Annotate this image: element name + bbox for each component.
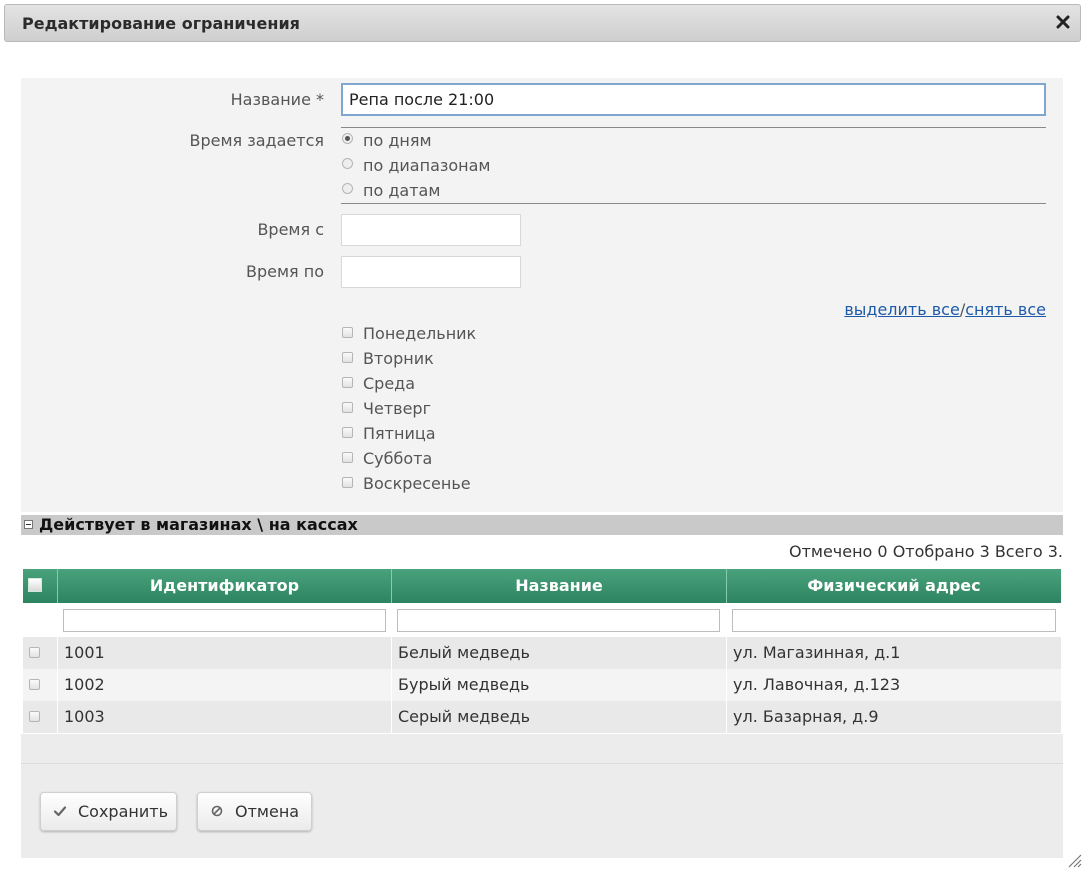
select-links: выделить все/снять все [844,300,1046,319]
filter-row [23,603,1061,637]
grid-header: Идентификатор Название Физический адрес [23,569,1061,603]
checkbox[interactable] [342,427,353,438]
dialog-footer [21,734,1063,858]
radio-button[interactable] [342,133,353,144]
radio-label: по диапазонам [363,156,491,175]
filter-address-input[interactable] [732,609,1056,632]
cell-name: Бурый медведь [391,669,726,701]
filter-id-input[interactable] [63,609,386,632]
table-row[interactable]: 1002 Бурый медведь ул. Лавочная, д.123 [23,669,1061,701]
radio-button[interactable] [342,183,353,194]
checkbox[interactable] [342,452,353,463]
dialog-titlebar: Редактирование ограничения [4,4,1081,42]
save-button[interactable]: Сохранить [40,792,177,831]
day-label: Понедельник [363,324,477,343]
cell-id: 1001 [57,637,391,669]
cell-id: 1003 [57,701,391,733]
time-from-input[interactable] [341,214,521,246]
divider [341,127,1046,128]
close-icon[interactable] [1056,14,1070,30]
cell-name: Белый медведь [391,637,726,669]
footer-divider [21,763,1063,764]
column-header-address[interactable]: Физический адрес [726,569,1061,603]
cancel-button[interactable]: Отмена [197,792,312,831]
day-label: Четверг [363,399,431,418]
row-checkbox[interactable] [29,679,40,690]
day-label: Вторник [363,349,434,368]
time-to-input[interactable] [341,256,521,288]
cell-address: ул. Лавочная, д.123 [726,669,1061,701]
cell-name: Серый медведь [391,701,726,733]
table-row[interactable]: 1001 Белый медведь ул. Магазинная, д.1 [23,637,1061,669]
time-to-label: Время по [245,262,324,281]
radio-label: по дням [363,131,432,150]
time-from-label: Время с [257,220,324,239]
checkbox[interactable] [342,402,353,413]
select-all-link[interactable]: выделить все [844,300,960,319]
checkbox[interactable] [342,352,353,363]
cell-address: ул. Базарная, д.9 [726,701,1061,733]
row-checkbox[interactable] [29,711,40,722]
cell-id: 1002 [57,669,391,701]
stores-section-header[interactable]: Действует в магазинах \ на кассах [21,515,1063,535]
day-label: Суббота [363,449,433,468]
divider [341,203,1046,204]
name-input[interactable] [341,83,1046,116]
name-label: Название * [230,90,324,109]
table-row[interactable]: 1003 Серый медведь ул. Базарная, д.9 [23,701,1061,733]
radio-button[interactable] [342,158,353,169]
column-header-id[interactable]: Идентификатор [57,569,391,603]
grid-summary: Отмечено 0 Отобрано 3 Всего 3. [788,542,1063,561]
checkbox[interactable] [342,477,353,488]
filter-name-input[interactable] [397,609,720,632]
collapse-icon[interactable] [24,520,33,529]
cell-address: ул. Магазинная, д.1 [726,637,1061,669]
radio-label: по датам [363,181,441,200]
stores-grid: Идентификатор Название Физический адрес … [23,569,1061,733]
dialog-title: Редактирование ограничения [22,14,300,33]
checkbox[interactable] [342,377,353,388]
checkmark-icon [53,806,67,817]
deselect-all-link[interactable]: снять все [965,300,1046,319]
cancel-icon [211,805,223,817]
row-checkbox[interactable] [29,647,40,658]
cancel-label: Отмена [235,802,300,821]
restriction-form: Название * Время задается по дням по диа… [21,78,1063,512]
save-label: Сохранить [78,802,168,821]
day-label: Воскресенье [363,474,471,493]
section-title: Действует в магазинах \ на кассах [39,515,358,534]
column-header-name[interactable]: Название [391,569,726,603]
checkbox[interactable] [342,327,353,338]
resize-handle-icon[interactable] [1066,852,1082,868]
time-mode-label: Время задается [189,131,324,150]
day-label: Пятница [363,424,436,443]
select-all-checkbox[interactable] [28,578,42,592]
day-label: Среда [363,374,416,393]
